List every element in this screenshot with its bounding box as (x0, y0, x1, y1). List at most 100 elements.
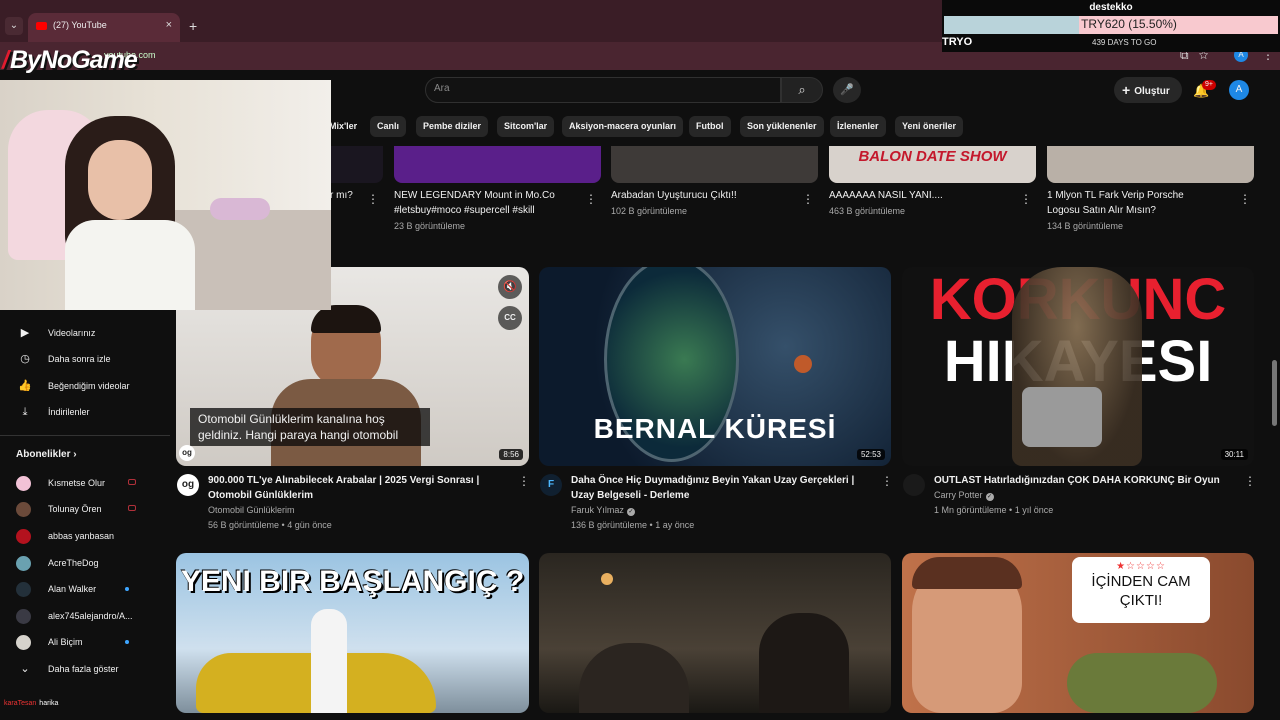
star-rating-icon: ★☆☆☆☆ (1116, 561, 1166, 572)
subscriptions-heading[interactable]: Abonelikler › (16, 449, 77, 460)
video-title[interactable]: r mı? (330, 188, 353, 203)
video-title[interactable]: 1 Mlyon TL Fark Verip Porsche (1047, 188, 1184, 203)
subscription-item[interactable]: Tolunay Ören (16, 500, 166, 518)
video-thumbnail[interactable] (611, 146, 818, 183)
search-input[interactable]: Ara (425, 77, 781, 103)
chip-football[interactable]: Futbol (689, 116, 731, 137)
page-scrollbar[interactable] (1272, 360, 1277, 426)
tab-search-button[interactable]: ⌄ (5, 17, 23, 35)
video-title[interactable]: 900.000 TL'ye Alınabilecek Arabalar | 20… (208, 473, 508, 503)
sidebar-item-liked-videos[interactable]: 👍 Beğendiğim videolar (16, 376, 130, 396)
video-thumbnail[interactable]: YENI BIR BAŞLANGIÇ ? (176, 553, 529, 713)
video-title[interactable]: NEW LEGENDARY Mount in Mo.Co (394, 188, 555, 203)
video-title[interactable]: OUTLAST Hatırladığınızdan ÇOK DAHA KORKU… (934, 473, 1234, 488)
video-title-line: Daha Önce Hiç Duymadığınız Beyin Yakan U… (571, 475, 855, 486)
more-options-icon[interactable]: ⋮ (1020, 192, 1032, 206)
youtube-favicon-icon (36, 21, 47, 30)
close-tab-icon[interactable]: × (166, 19, 172, 31)
more-options-icon[interactable]: ⋮ (518, 474, 530, 488)
sidebar-item-downloads[interactable]: ⤓ İndirilenler (16, 402, 90, 422)
chip-sitcoms[interactable]: Sitcom'lar (497, 116, 555, 137)
video-title[interactable]: Arabadan Uyuşturucu Çıktı!! (611, 188, 737, 203)
avatar (16, 476, 31, 492)
browser-tab[interactable]: (27) YouTube × (28, 13, 180, 42)
video-title[interactable]: AAAAAAA NASIL YANI.... (829, 188, 943, 203)
caption-line: geldiniz. Hangi paraya hangi otomobil (198, 428, 399, 442)
video-thumbnail[interactable]: KORKUNC HIKAYESI 30:11 (902, 267, 1254, 466)
planet-illustration (794, 355, 812, 373)
video-thumbnail[interactable]: ★☆☆☆☆ İÇİNDEN CAM ÇIKTI! (902, 553, 1254, 713)
video-meta: 23 B görüntüleme (394, 221, 466, 231)
video-meta: 463 B görüntüleme (829, 206, 906, 216)
create-button[interactable]: + Oluştur (1114, 77, 1182, 103)
chip-watched[interactable]: İzlenenler (830, 116, 886, 137)
subscription-item[interactable]: Ali Biçim (16, 633, 166, 651)
donation-goal-widget: destekko TRY620 (15.50%) TRYO 439 DAYS T… (942, 0, 1280, 52)
more-options-icon[interactable]: ⋮ (802, 192, 814, 206)
search-button[interactable]: ⌕ (781, 77, 823, 103)
video-thumbnail[interactable] (1047, 146, 1254, 183)
sidebar-item-label: Beğendiğim videolar (48, 381, 130, 391)
new-tab-button[interactable]: + (189, 18, 197, 34)
account-avatar[interactable]: A (1229, 80, 1249, 100)
channel-avatar[interactable]: F (540, 474, 562, 496)
subscription-item[interactable]: alex745alejandro/A... (16, 607, 166, 625)
video-title-line2[interactable]: #letsbuy#moco #supercell #skill (394, 203, 535, 218)
streamer-face (88, 140, 152, 220)
thumbnail-text: BALON DATE SHOW (858, 148, 1007, 165)
more-options-icon[interactable]: ⋮ (367, 192, 379, 206)
channel-avatar[interactable] (903, 474, 925, 496)
goal-progress-bar: TRY620 (15.50%) (944, 16, 1278, 34)
channel-name[interactable]: Faruk Yılmaz ✓ (571, 505, 635, 516)
avatar (16, 529, 31, 545)
more-options-icon[interactable]: ⋮ (1244, 474, 1256, 488)
sidebar-item-your-videos[interactable]: ▶ Videolarınız (16, 323, 96, 343)
video-title-line: 900.000 TL'ye Alınabilecek Arabalar | 20… (208, 475, 480, 486)
more-options-icon[interactable]: ⋮ (881, 474, 893, 488)
mute-icon[interactable]: 🔇 (498, 275, 522, 299)
subscription-name: AcreTheDog (48, 558, 99, 568)
new-content-dot (125, 587, 129, 591)
person-silhouette (759, 613, 849, 713)
sidebar-divider (0, 435, 170, 436)
live-icon (128, 479, 136, 485)
channel-name[interactable]: Otomobil Günlüklerim (208, 505, 295, 515)
video-thumbnail[interactable]: BALON DATE SHOW (829, 146, 1036, 183)
subscription-item[interactable]: AcreTheDog (16, 554, 166, 572)
chip-live[interactable]: Canlı (370, 116, 407, 137)
video-thumbnail[interactable]: BERNAL KÜRESİ 52:53 (539, 267, 891, 466)
chat-line: karaTesan harika (4, 700, 58, 707)
chip-soap-operas[interactable]: Pembe diziler (416, 116, 489, 137)
subscription-item[interactable]: Kısmetse Olur (16, 474, 166, 492)
video-meta: 56 B görüntüleme • 4 gün önce (208, 520, 332, 530)
video-title[interactable]: Daha Önce Hiç Duymadığınız Beyin Yakan U… (571, 473, 871, 503)
mic-icon: 🎤 (840, 84, 854, 96)
channel-watermark: og (179, 445, 195, 461)
more-options-icon[interactable]: ⋮ (1239, 192, 1251, 206)
subscription-item[interactable]: Alan Walker (16, 580, 166, 598)
channel-avatar[interactable]: og (177, 474, 199, 496)
show-more-button[interactable]: ⌄ Daha fazla göster (16, 659, 118, 679)
sidebar-item-label: İndirilenler (48, 407, 90, 417)
goal-currency: TRYO (942, 36, 973, 48)
subscription-item[interactable]: abbas yanbasan (16, 527, 166, 545)
sidebar-item-watch-later[interactable]: ◷ Daha sonra izle (16, 349, 110, 369)
video-meta: 136 B görüntüleme • 1 ay önce (571, 520, 695, 530)
chip-new-recommendations[interactable]: Yeni öneriler (895, 116, 964, 137)
sidebar-item-label: Videolarınız (48, 328, 96, 338)
thumbnail-text: BERNAL KÜRESİ (593, 413, 837, 444)
verified-icon: ✓ (626, 508, 635, 516)
captions-icon[interactable]: CC (498, 306, 522, 330)
duration-badge: 30:11 (1220, 449, 1248, 460)
logo-text: ByNoGame (9, 46, 138, 74)
more-options-icon[interactable]: ⋮ (585, 192, 597, 206)
voice-search-button[interactable]: 🎤 (833, 77, 861, 103)
video-title-line2[interactable]: Logosu Satın Alır Mısın? (1047, 203, 1156, 218)
chevron-down-icon: ⌄ (20, 663, 30, 675)
video-thumbnail[interactable] (394, 146, 601, 183)
video-thumbnail[interactable] (539, 553, 891, 713)
chip-recently-uploaded[interactable]: Son yüklenenler (740, 116, 824, 137)
webcam-overlay (0, 80, 331, 310)
chip-action-adventure[interactable]: Aksiyon-macera oyunları (562, 116, 684, 137)
channel-name[interactable]: Carry Potter ✓ (934, 490, 994, 501)
